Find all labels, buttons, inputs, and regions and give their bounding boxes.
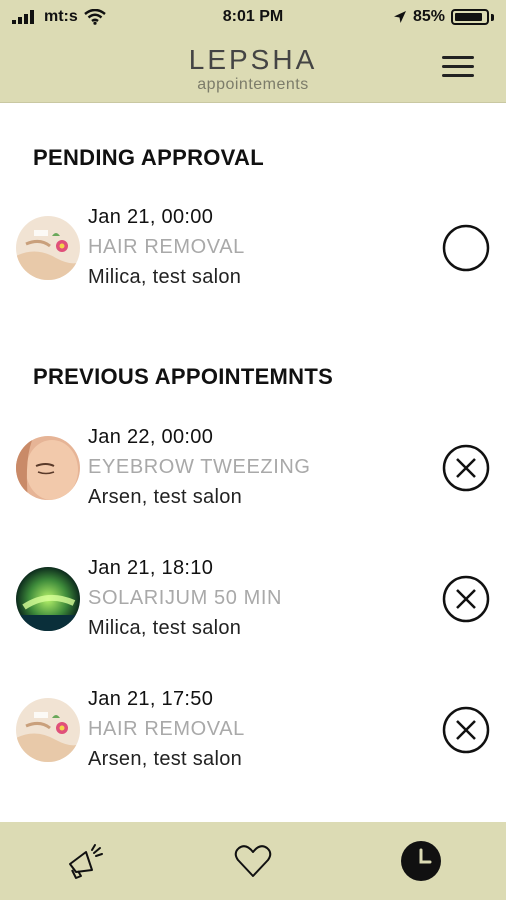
location-arrow-icon bbox=[393, 11, 406, 23]
appointment-staff-salon: Milica, test salon bbox=[88, 266, 242, 288]
appointment-service: SOLARIJUM 50 MIN bbox=[88, 587, 283, 609]
status-bar: mt:s 8:01 PM 85% bbox=[0, 0, 506, 34]
appointment-date: Jan 21, 17:50 bbox=[88, 688, 214, 710]
heart-icon[interactable] bbox=[230, 838, 276, 884]
pending-section-title: PENDING APPROVAL bbox=[33, 145, 264, 170]
menu-line bbox=[442, 56, 474, 59]
cancelled-x-icon[interactable] bbox=[442, 706, 490, 754]
eyebrow-tweezing-thumbnail bbox=[16, 436, 80, 500]
appointment-staff-salon: Arsen, test salon bbox=[88, 748, 243, 770]
app-logo: LEPSHA bbox=[188, 44, 318, 75]
pending-status-circle-icon[interactable] bbox=[442, 224, 490, 272]
battery-icon bbox=[451, 9, 489, 25]
clock-icon[interactable] bbox=[398, 838, 444, 884]
hair-removal-thumbnail bbox=[16, 216, 80, 280]
appointment-service: EYEBROW TWEEZING bbox=[88, 456, 311, 478]
previous-section-title: PREVIOUS APPOINTEMNTS bbox=[33, 364, 334, 389]
cancelled-x-icon[interactable] bbox=[442, 444, 490, 492]
menu-line bbox=[442, 74, 474, 77]
appointment-date: Jan 21, 18:10 bbox=[88, 557, 214, 579]
hamburger-menu-button[interactable] bbox=[442, 56, 474, 78]
previous-appointment[interactable]: Jan 22, 00:00 EYEBROW TWEEZING Arsen, te… bbox=[0, 420, 506, 510]
menu-line bbox=[442, 65, 474, 68]
appointment-date: Jan 22, 00:00 bbox=[88, 426, 214, 448]
hair-removal-thumbnail bbox=[16, 698, 80, 762]
pending-appointment[interactable]: Jan 21, 00:00 HAIR REMOVAL Milica, test … bbox=[0, 200, 506, 290]
cancelled-x-icon[interactable] bbox=[442, 575, 490, 623]
previous-appointment[interactable]: Jan 21, 17:50 HAIR REMOVAL Arsen, test s… bbox=[0, 682, 506, 772]
battery-percent: 85% bbox=[412, 8, 445, 25]
megaphone-icon[interactable] bbox=[62, 838, 108, 884]
previous-appointment[interactable]: Jan 21, 18:10 SOLARIJUM 50 MIN Milica, t… bbox=[0, 551, 506, 641]
app-subtitle: appointements bbox=[197, 76, 309, 93]
appointment-date: Jan 21, 00:00 bbox=[88, 206, 214, 228]
appointment-service: HAIR REMOVAL bbox=[88, 718, 245, 740]
solarium-thumbnail bbox=[16, 567, 80, 631]
appointment-staff-salon: Arsen, test salon bbox=[88, 486, 243, 508]
bottom-tab-bar bbox=[0, 822, 506, 900]
appointment-service: HAIR REMOVAL bbox=[88, 236, 245, 258]
appointment-staff-salon: Milica, test salon bbox=[88, 617, 242, 639]
app-header: LEPSHA appointements bbox=[0, 34, 506, 103]
battery-nub bbox=[491, 13, 494, 21]
status-right: 85% bbox=[393, 8, 494, 26]
